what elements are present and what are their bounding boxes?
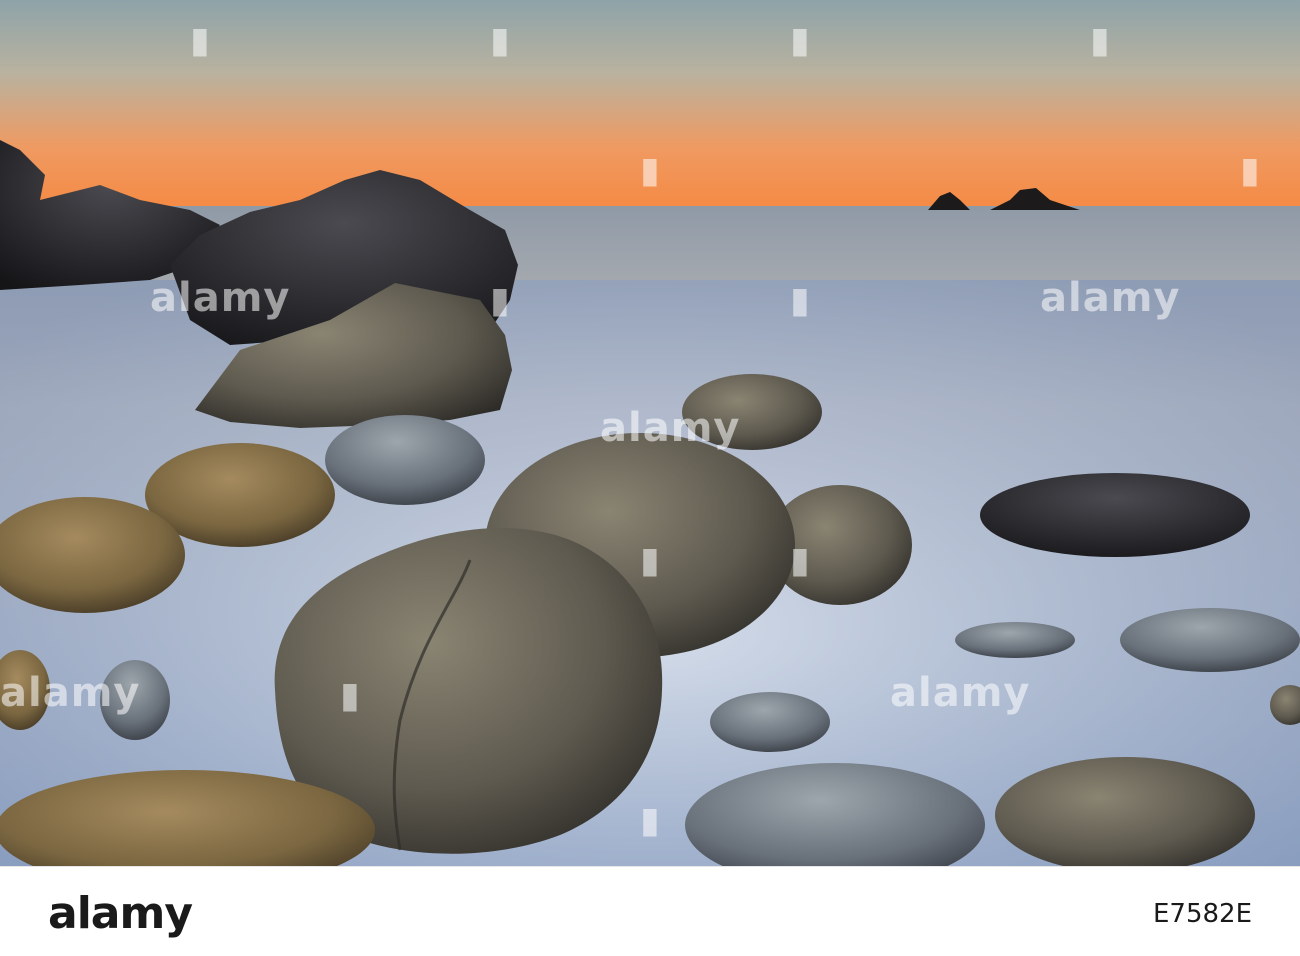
seascape-photo: ▮ ▮ ▮ ▮ ▮ ▮ alamy alamy alamy alamy alam… — [0, 0, 1300, 866]
brand-logo[interactable]: alamy — [48, 888, 193, 939]
watermark-mark: ▮ — [790, 280, 810, 321]
boulder — [980, 473, 1250, 557]
watermark-text: alamy — [600, 405, 741, 451]
watermark-mark: ▮ — [790, 540, 810, 581]
boulder — [325, 415, 485, 505]
watermark-text: alamy — [890, 670, 1031, 716]
watermark-mark: ▮ — [490, 280, 510, 321]
boulder — [1120, 608, 1300, 672]
watermark-text: alamy — [150, 275, 291, 321]
stock-photo-page: ▮ ▮ ▮ ▮ ▮ ▮ alamy alamy alamy alamy alam… — [0, 0, 1300, 956]
watermark-text: alamy — [1040, 275, 1181, 321]
watermark-mark: ▮ — [190, 20, 210, 61]
watermark-mark: ▮ — [340, 675, 360, 716]
watermark-mark: ▮ — [790, 20, 810, 61]
image-id-value: E7582E — [1152, 899, 1252, 929]
watermark-mark: ▮ — [640, 150, 660, 191]
watermark-mark: ▮ — [640, 540, 660, 581]
image-id-readout: E7582E — [1153, 899, 1252, 929]
boulder — [710, 692, 830, 752]
boulder — [955, 622, 1075, 658]
watermark-mark: ▮ — [1240, 150, 1260, 191]
watermark-mark: ▮ — [490, 20, 510, 61]
watermark-mark: ▮ — [640, 800, 660, 841]
watermark-mark: ▮ — [1090, 20, 1110, 61]
footer-bar: alamy E7582E — [0, 866, 1300, 956]
footer-divider — [0, 866, 1300, 867]
watermark-text: alamy — [0, 670, 141, 716]
